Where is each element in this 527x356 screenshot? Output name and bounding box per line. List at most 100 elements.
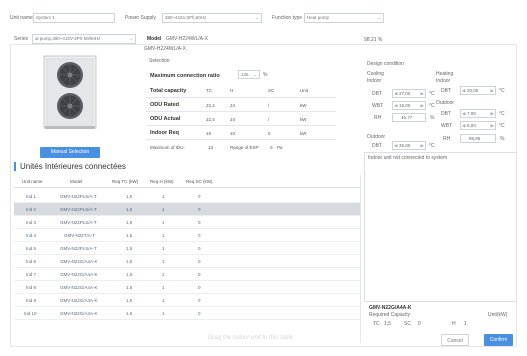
heat-out-dbt-label: DBT bbox=[441, 111, 451, 117]
esp-label: Range of ESP: bbox=[230, 145, 260, 150]
cool-rh-label: RH bbox=[374, 115, 382, 121]
odu-actual-label: ODU Actual bbox=[150, 116, 181, 122]
table-row[interactable]: Ind 7 GMV-N22G/A4A-K 1,5 1 0 bbox=[14, 268, 360, 281]
table-row-selected[interactable]: Ind 2 GMV-N22PLS/A-T 1,5 1 0 bbox=[14, 203, 360, 216]
cool-dbt-input[interactable]: ◀ 27,00 ▶ bbox=[392, 89, 426, 98]
cool-out-dbt-input[interactable]: ◀ 35,00 ▶ bbox=[392, 141, 426, 150]
increment-arrow-icon[interactable]: ▶ bbox=[421, 103, 424, 109]
series-value: al pump,380~415V-3Ph-50/60Hz bbox=[35, 36, 101, 41]
cell-req-tc: 1,5 bbox=[126, 246, 133, 251]
increment-arrow-icon[interactable]: ▶ bbox=[491, 123, 494, 129]
design-title: Design condition bbox=[367, 61, 404, 67]
indoor-req-label: Indoor Req bbox=[150, 130, 180, 136]
power-supply-select[interactable]: 380~415V,3Ph,50Hz ⌄ bbox=[162, 13, 262, 23]
cell-req-sc: 0 bbox=[198, 246, 201, 251]
decrement-arrow-icon[interactable]: ◀ bbox=[394, 91, 397, 97]
cool-rh-unit: % bbox=[430, 115, 435, 121]
cell-req-tc: 1,5 bbox=[126, 285, 133, 290]
indoor-req-unit: kW bbox=[300, 131, 307, 136]
function-type-label: Function type bbox=[272, 15, 303, 21]
table-row[interactable]: Ind 9 GMV-N22G/A4A-K 1,5 1 0 bbox=[14, 294, 360, 307]
cell-req-h: 1 bbox=[162, 220, 165, 225]
confirm-button[interactable]: Confirm bbox=[484, 334, 513, 346]
odu-rated-tc: 22,4 bbox=[206, 103, 215, 108]
chevron-down-icon: ⌄ bbox=[255, 15, 259, 20]
h-header: H bbox=[230, 88, 234, 93]
col-model: Model bbox=[70, 179, 83, 184]
max-ratio-select[interactable]: 135 ⌄ bbox=[238, 70, 260, 79]
cell-req-tc: 1,5 bbox=[126, 220, 133, 225]
odu-rated-h: 24 bbox=[230, 103, 236, 108]
sc-label: SC bbox=[404, 321, 411, 327]
cancel-button[interactable]: Cancel bbox=[441, 334, 469, 346]
unconnected-units-panel[interactable] bbox=[364, 152, 517, 302]
col-req-sc: Req SC (kW) bbox=[186, 179, 213, 184]
table-divider bbox=[360, 175, 361, 343]
sc-value: 0 bbox=[418, 321, 421, 327]
odu-actual-h: 24 bbox=[230, 117, 236, 122]
divider bbox=[146, 125, 336, 126]
cool-out-dbt-value: 35,00 bbox=[399, 143, 411, 148]
cell-req-tc: 1,5 bbox=[126, 259, 133, 264]
series-select[interactable]: al pump,380~415V-3Ph-50/60Hz ⌄ bbox=[32, 34, 136, 44]
cell-model: GMV-N22G/A4A-K bbox=[60, 259, 98, 264]
heat-out-rh-input[interactable]: 85,95 bbox=[460, 134, 496, 143]
table-row[interactable]: Ind 6 GMV-N22G/A4A-K 1,5 1 0 bbox=[14, 255, 360, 268]
cell-req-h: 1 bbox=[162, 298, 165, 303]
cell-req-sc: 0 bbox=[198, 207, 201, 212]
table-row[interactable]: Ind 5 GMV-N22PLS/A-T 1,5 1 0 bbox=[14, 242, 360, 255]
heat-out-dbt-input[interactable]: ◀ 7,00 ▶ bbox=[460, 109, 496, 118]
cell-req-tc: 1,5 bbox=[126, 311, 133, 316]
cool-rh-input[interactable]: 46,77 bbox=[392, 113, 426, 122]
chevron-down-icon: ⌄ bbox=[129, 36, 133, 41]
cell-req-sc: 0 bbox=[198, 311, 201, 316]
cell-req-tc: 1,5 bbox=[126, 233, 133, 238]
cooling-indoor-label: Indoor bbox=[367, 78, 382, 84]
cell-req-h: 1 bbox=[162, 194, 165, 199]
cell-unit-name: Ind 2 bbox=[26, 207, 37, 212]
indoor-units-title: Unités Intérieures connectées bbox=[20, 162, 126, 171]
power-supply-value: 380~415V,3Ph,50Hz bbox=[165, 15, 207, 20]
model-code: GMV-H224WL/A-X bbox=[144, 46, 186, 52]
cell-req-tc: 1,5 bbox=[126, 272, 133, 277]
cool-wbt-label: WBT bbox=[372, 103, 384, 109]
decrement-arrow-icon[interactable]: ◀ bbox=[462, 88, 465, 94]
cell-unit-name: Ind 7 bbox=[26, 272, 37, 277]
table-row[interactable]: Ind 1 GMV-N22PLS/A-T 1,5 1 0 bbox=[14, 190, 360, 203]
heat-out-wbt-input[interactable]: ◀ 6,00 ▶ bbox=[460, 121, 496, 130]
cool-wbt-input[interactable]: ◀ 19,00 ▶ bbox=[392, 101, 426, 110]
decrement-arrow-icon[interactable]: ◀ bbox=[394, 143, 397, 149]
increment-arrow-icon[interactable]: ▶ bbox=[421, 143, 424, 149]
table-row[interactable]: Ind 8 GMV-N22G/A4A-K 1,5 1 0 bbox=[14, 281, 360, 294]
cell-req-tc: 1,5 bbox=[126, 194, 133, 199]
cell-req-sc: 0 bbox=[198, 298, 201, 303]
sc-header: SC bbox=[268, 88, 275, 93]
unit-name-input[interactable]: System 1 bbox=[33, 13, 115, 23]
decrement-arrow-icon[interactable]: ◀ bbox=[462, 123, 465, 129]
function-type-select[interactable]: Heat pump ⌄ bbox=[304, 13, 384, 23]
increment-arrow-icon[interactable]: ▶ bbox=[491, 111, 494, 117]
cell-unit-name: Ind 4 bbox=[26, 233, 37, 238]
heat-outdoor-label: Outdoor bbox=[436, 100, 455, 106]
cool-out-dbt-label: DBT bbox=[372, 143, 382, 149]
decrement-arrow-icon[interactable]: ◀ bbox=[394, 103, 397, 109]
heat-out-wbt-label: WBT bbox=[441, 123, 453, 129]
table-row[interactable]: Ind 3 GMV-N22PLS/A-T 1,5 1 0 bbox=[14, 216, 360, 229]
heat-out-wbt-unit: °C bbox=[499, 123, 505, 129]
heat-dbt-input[interactable]: ◀ 20,00 ▶ bbox=[460, 86, 496, 95]
chevron-down-icon: ⌄ bbox=[377, 15, 381, 20]
odu-actual-sc: / bbox=[268, 117, 270, 122]
decrement-arrow-icon[interactable]: ◀ bbox=[462, 111, 465, 117]
manual-selection-button[interactable]: Manual Selection bbox=[40, 147, 100, 158]
cell-unit-name: Ind 9 bbox=[26, 298, 37, 303]
heat-out-rh-value: 85,95 bbox=[469, 136, 481, 141]
increment-arrow-icon[interactable]: ▶ bbox=[491, 88, 494, 94]
divider bbox=[146, 111, 336, 112]
table-row[interactable]: Ind 4 GMV-N22T/A-T 1,5 1 0 bbox=[14, 229, 360, 242]
cell-req-sc: 0 bbox=[198, 259, 201, 264]
cell-model: GMV-N22G/A4A-K bbox=[60, 272, 98, 277]
table-row[interactable]: Ind 10 GMV-N22G/A4A-K 1,5 1 0 bbox=[14, 307, 360, 320]
increment-arrow-icon[interactable]: ▶ bbox=[421, 91, 424, 97]
divider bbox=[146, 139, 336, 140]
unit-header: Unit bbox=[300, 88, 309, 93]
